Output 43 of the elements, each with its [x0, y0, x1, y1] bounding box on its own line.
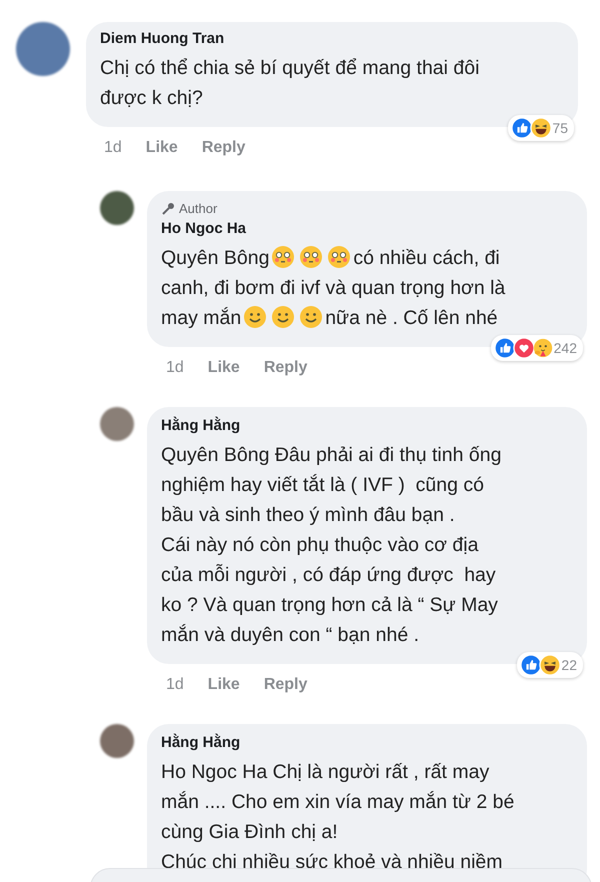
laughing-face-icon [530, 117, 552, 139]
like-reaction-icon [494, 337, 516, 359]
comment-text: Quyên Bông Đâu phải ai đi thụ tinh ống nghiệm hay viết tắt là ( IVF ) cũng có bầu và sinh theo ý mình đâu bạn . Cái này nó còn phụ thuộc vào cơ địa của mỗi người , có đáp ứng được hay ko ? Và quan trọng hơn cả là “ Sự May mắn và duyên con “ bạn nhé . [161, 444, 502, 646]
reply-link[interactable]: Reply [202, 139, 246, 157]
flushed-face-icon [271, 245, 296, 269]
comment-text: Chị có thể chia sẻ bí quyết để mang thai đôi được k chị? [100, 57, 480, 109]
smiling-face-icon [243, 305, 268, 329]
heart-reaction-icon [512, 337, 535, 359]
comment-text: có nhiều cách, đi [353, 247, 500, 269]
like-reaction-icon [511, 117, 534, 139]
like-link[interactable]: Like [208, 359, 240, 377]
comment-time: 1d [166, 676, 184, 694]
laughing-face-icon [539, 654, 562, 676]
commenter-name[interactable]: Hằng Hằng [161, 417, 571, 434]
avatar[interactable] [100, 191, 134, 225]
microphone-icon [161, 202, 175, 216]
flushed-face-icon [327, 245, 352, 269]
avatar[interactable] [100, 407, 134, 441]
commenter-name[interactable]: Ho Ngoc Ha [161, 220, 571, 237]
flushed-face-icon [299, 245, 324, 269]
comment-time: 1d [104, 139, 122, 157]
author-label: Author [179, 201, 218, 216]
comment-text: Ho Ngoc Ha Chị là người rất , rất may mắn .... Cho em xin vía may mắn từ 2 bé cùng Gia Đình chị a! Chúc chị nhiều sức khoẻ và nhiều niềm [161, 761, 514, 873]
avatar[interactable] [100, 724, 134, 758]
comment-text: may mắn [161, 307, 242, 329]
reply-link[interactable]: Reply [264, 359, 308, 377]
commenter-name[interactable]: Hằng Hằng [161, 734, 571, 751]
comment-text: nữa nè . Cố lên nhé [325, 307, 498, 329]
reply-link[interactable]: Reply [264, 676, 308, 694]
like-link[interactable]: Like [208, 676, 240, 694]
like-reaction-icon [520, 654, 542, 676]
reaction-summary[interactable]: 242 [490, 335, 583, 361]
comment-text: canh, đi bơm đi ivf và quan trọng hơn là [161, 277, 506, 299]
comment-time: 1d [166, 359, 184, 377]
comment-text: Quyên Bông [161, 247, 270, 269]
smiling-face-icon [271, 305, 296, 329]
smiling-face-icon [299, 305, 324, 329]
hugging-face-icon [532, 337, 554, 359]
avatar[interactable] [16, 22, 70, 76]
like-link[interactable]: Like [146, 139, 178, 157]
reaction-summary[interactable]: 22 [517, 652, 583, 678]
commenter-name[interactable]: Diem Huong Tran [100, 30, 560, 47]
reaction-summary[interactable]: 75 [508, 115, 574, 141]
